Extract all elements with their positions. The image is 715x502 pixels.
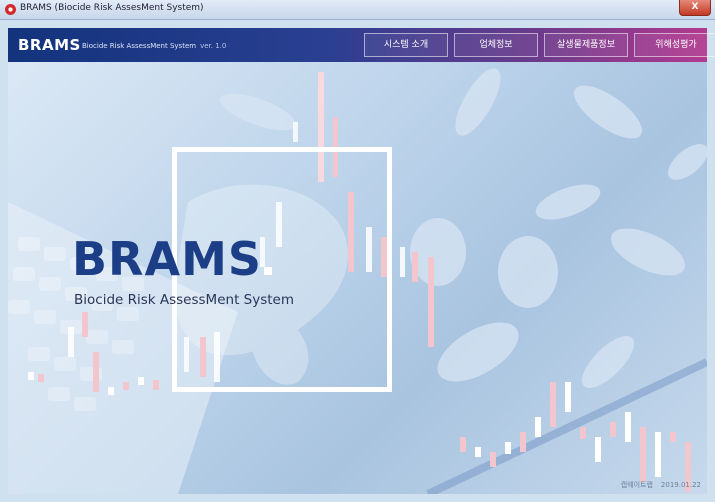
app-window: BRAMS (Biocide Risk AssesMent System) X … (0, 0, 715, 502)
pen-graphic (426, 358, 707, 494)
header-subtitle: Biocide Risk AssessMent System ver. 1.0 (82, 42, 226, 50)
header-logo: BRAMS (18, 36, 81, 54)
footer-date: 2019.01.22 (660, 481, 701, 489)
app-icon (5, 4, 16, 15)
hero-title-dot (264, 267, 272, 275)
hero-title-text: BRAMS (72, 232, 262, 286)
nav-risk-assessment-button[interactable]: 위해성평가 (634, 33, 715, 57)
hero-subtitle: Biocide Risk AssessMent System (74, 292, 294, 308)
nav-company-info-button[interactable]: 업체정보 (454, 33, 538, 57)
header-version: ver. 1.0 (200, 42, 227, 50)
title-bar: BRAMS (Biocide Risk AssesMent System) X (0, 0, 715, 20)
footer-credit: 캡웨이트랩 2019.01.22 (613, 480, 701, 490)
header-subtitle-text: Biocide Risk AssessMent System (82, 42, 197, 50)
nav-system-intro-button[interactable]: 시스템 소개 (364, 33, 448, 57)
window-title: BRAMS (Biocide Risk AssesMent System) (20, 3, 204, 13)
footer-author: 캡웨이트랩 (620, 481, 653, 489)
hero-title: BRAMS (72, 232, 272, 286)
close-button[interactable]: X (679, 0, 711, 16)
main-nav: 시스템 소개 업체정보 살생물제품정보 위해성평가 (364, 28, 715, 62)
hero-banner: BRAMS Biocide Risk AssessMent System 캡웨이… (8, 62, 707, 494)
app-header: BRAMS Biocide Risk AssessMent System ver.… (8, 28, 715, 62)
nav-biocide-product-button[interactable]: 살생물제품정보 (544, 33, 628, 57)
